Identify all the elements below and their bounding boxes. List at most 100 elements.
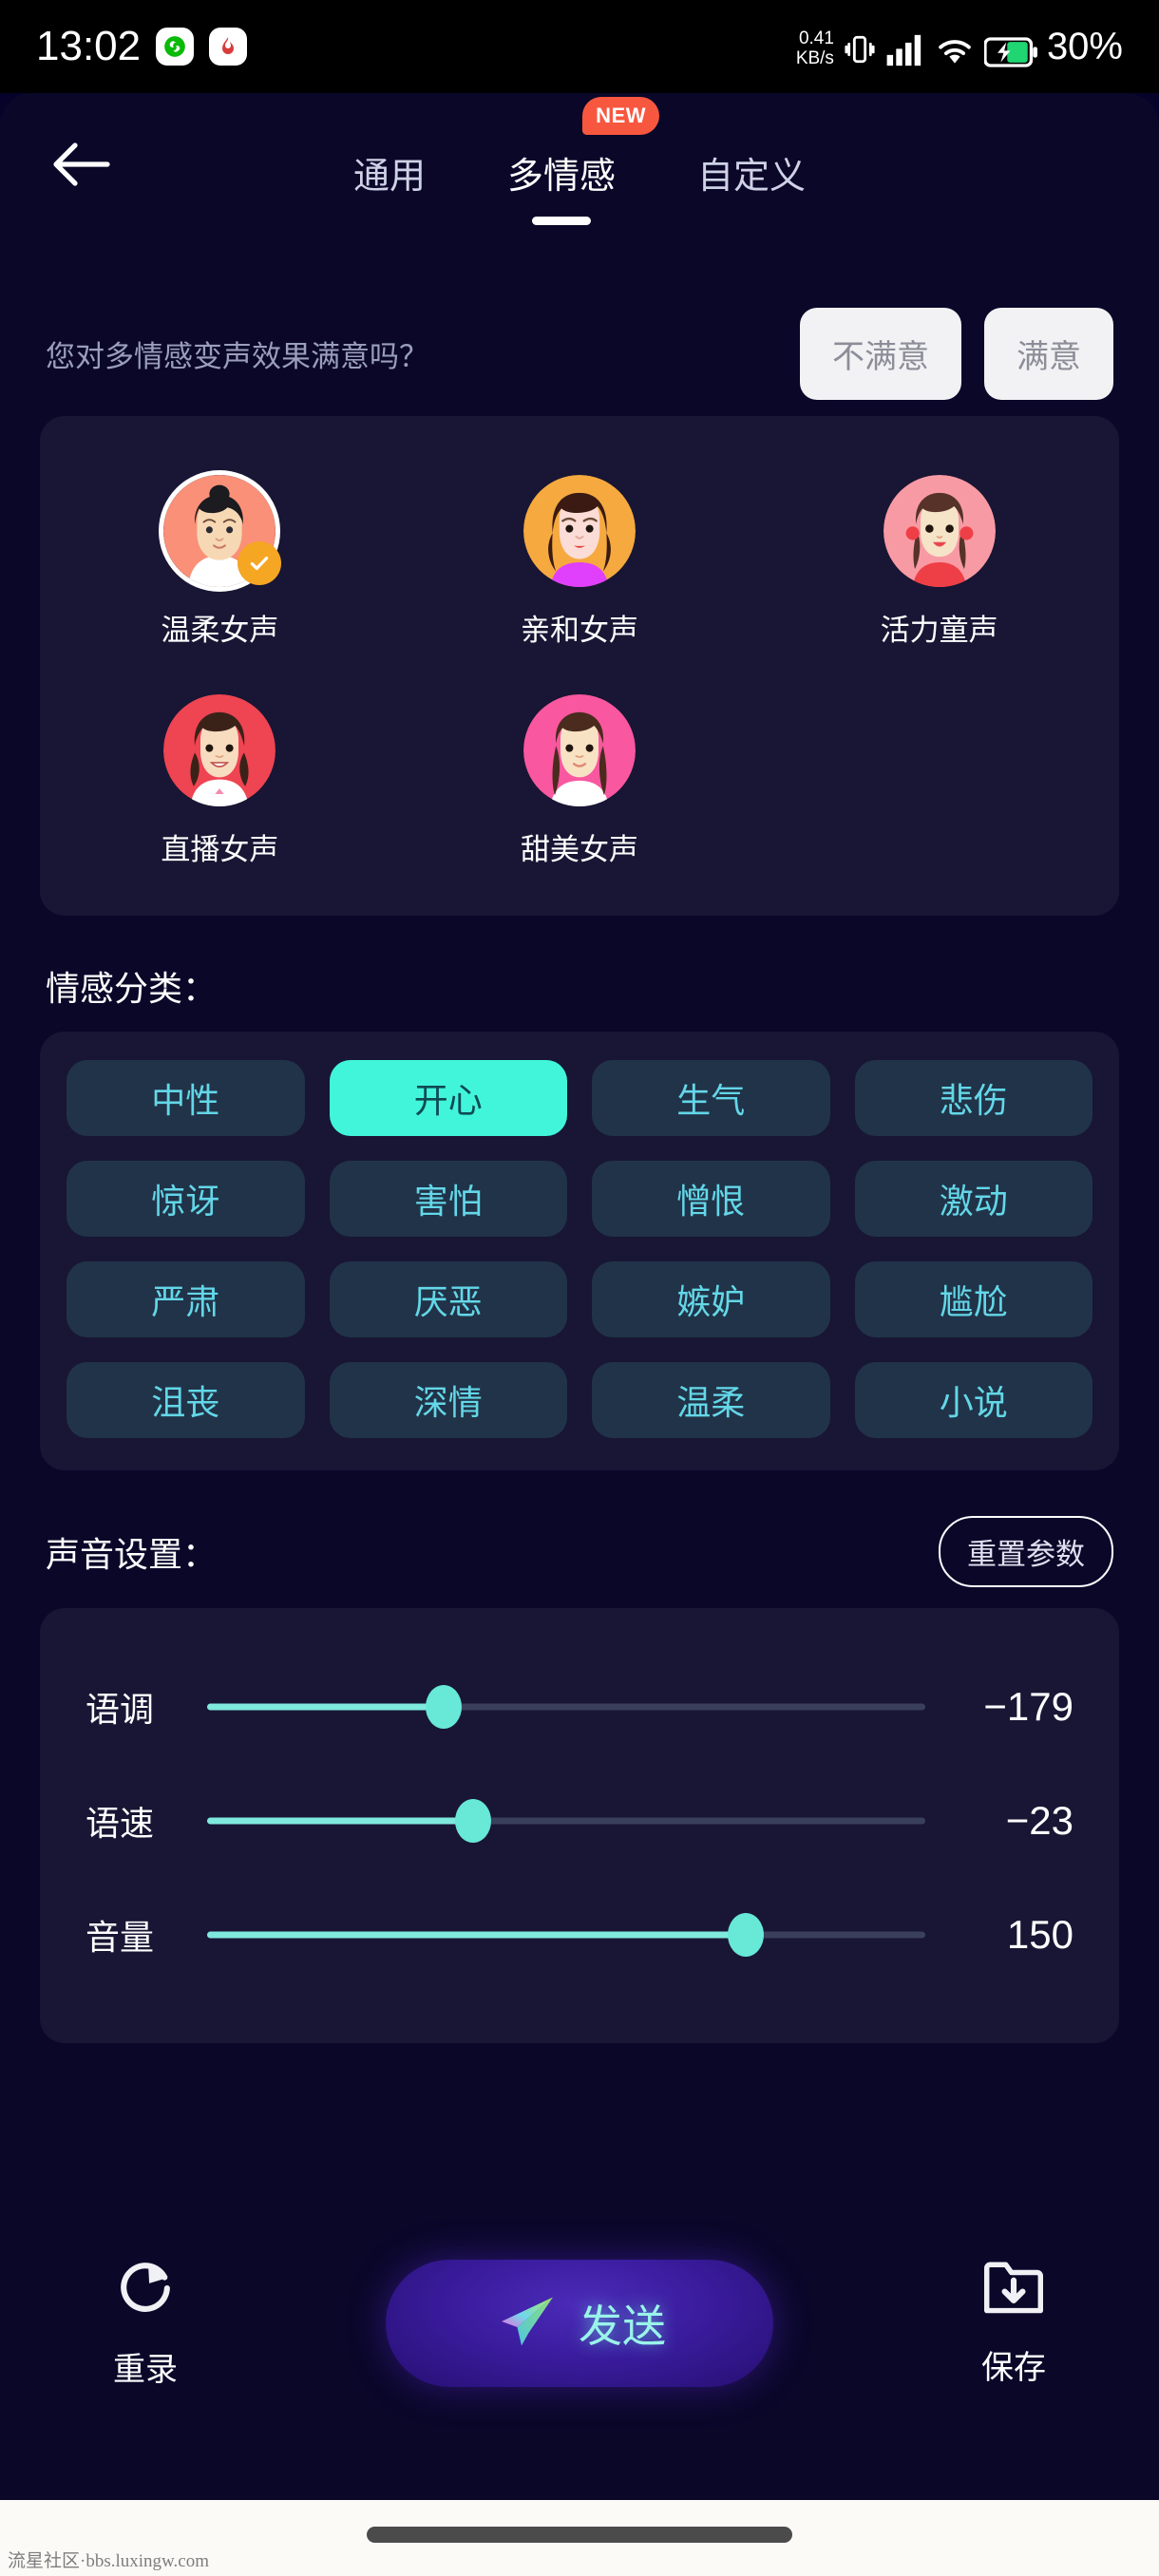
sound-section-title: 声音设置：: [46, 1534, 218, 1574]
slider-value-pitch: −179: [983, 1684, 1074, 1729]
slider-fill: [207, 1931, 746, 1939]
reset-params-button[interactable]: 重置参数: [939, 1516, 1113, 1587]
avatar-wrap: [522, 475, 636, 587]
avatar-wrap: [522, 694, 636, 806]
voice-option-label: 亲和女声: [520, 614, 638, 647]
emotion-chip-jealous[interactable]: 嫉妒: [592, 1261, 830, 1337]
voice-option-friendly-female[interactable]: 亲和女声: [400, 454, 760, 649]
slider-track-volume[interactable]: [207, 1906, 925, 1963]
check-icon: [238, 541, 282, 585]
emotion-chip-sad[interactable]: 悲伤: [854, 1060, 1092, 1136]
slider-row-pitch: 语调 −179: [40, 1650, 1119, 1764]
watermark-text: 流星社区·bbs.luxingw.com: [8, 2551, 209, 2571]
emotion-chip-excited[interactable]: 激动: [854, 1161, 1092, 1237]
slider-row-volume: 音量 150: [40, 1878, 1119, 1992]
avatar-wrap: [883, 475, 996, 587]
emotion-chip-panel: 中性 开心 生气 悲伤 惊讶 害怕 憎恨 激动 严肃 厌恶 嫉妒 尴尬 沮丧 深…: [40, 1032, 1119, 1470]
chip-row: 惊讶 害怕 憎恨 激动: [66, 1161, 1092, 1237]
satisfied-button[interactable]: 满意: [984, 307, 1113, 400]
status-right-group: 0.41 KB/s 30%: [796, 26, 1123, 68]
tab-custom-label: 自定义: [697, 156, 807, 197]
tab-multi-emotion[interactable]: 多情感 NEW: [506, 96, 660, 225]
emotion-section-header: 情感分类：: [0, 961, 1159, 1011]
satisfaction-question: 您对多情感变声效果满意吗？: [46, 339, 428, 373]
avatar-wrap: [163, 694, 276, 806]
tab-active-underline: [531, 216, 591, 225]
voice-option-gentle-female[interactable]: 温柔女声: [40, 454, 400, 649]
emotion-chip-angry[interactable]: 生气: [592, 1060, 830, 1136]
net-speed-value: 0.41: [798, 28, 834, 48]
battery-percent: 30%: [1046, 25, 1123, 67]
tab-general[interactable]: 通用: [353, 131, 426, 199]
emotion-chip-embarrassed[interactable]: 尴尬: [854, 1261, 1092, 1337]
emotion-chip-novel[interactable]: 小说: [854, 1362, 1092, 1438]
voice-option-label: 活力童声: [880, 614, 998, 647]
home-indicator[interactable]: [367, 2527, 792, 2543]
sound-section-header: 声音设置： 重置参数: [0, 1516, 1159, 1587]
rerecord-button[interactable]: 重录: [0, 2257, 291, 2390]
phone-screen: 13:02 0.41 KB/s 30% 通用 多情感 NEW 自定义 您对多情感…: [0, 0, 1159, 2576]
battery-charging-icon: [983, 36, 1037, 68]
emotion-chip-neutral[interactable]: 中性: [66, 1060, 305, 1136]
save-button[interactable]: 保存: [868, 2259, 1159, 2388]
emotion-chip-gentle[interactable]: 温柔: [592, 1362, 830, 1438]
slider-track-pitch[interactable]: [207, 1678, 925, 1735]
send-label: 发送: [579, 2301, 666, 2351]
dissatisfied-button[interactable]: 不满意: [800, 307, 961, 400]
voice-option-label: 甜美女声: [520, 833, 638, 866]
wifi-icon: [935, 34, 975, 68]
voice-option-label: 直播女声: [161, 833, 279, 866]
avatar: [522, 694, 636, 806]
avatar: [522, 475, 636, 587]
send-button[interactable]: 发送: [386, 2260, 773, 2387]
net-speed-unit: KB/s: [795, 47, 834, 68]
slider-label-pitch: 语调: [86, 1690, 155, 1729]
save-label: 保存: [981, 2350, 1046, 2386]
slider-thumb-volume[interactable]: [728, 1913, 764, 1957]
net-speed: 0.41 KB/s: [796, 28, 834, 68]
sound-settings-panel: 语调 −179 语速 −23 音量 150: [40, 1608, 1119, 2043]
slider-fill: [207, 1817, 473, 1825]
emotion-chip-serious[interactable]: 严肃: [66, 1261, 305, 1337]
voice-option-sweet-female[interactable]: 甜美女声: [400, 673, 760, 868]
chip-row: 严肃 厌恶 嫉妒 尴尬: [66, 1261, 1092, 1337]
app-icon: [209, 28, 248, 66]
vibrate-icon: [844, 30, 876, 68]
slider-label-speed: 语速: [86, 1804, 155, 1843]
chip-row: 中性 开心 生气 悲伤: [66, 1060, 1092, 1136]
rerecord-label: 重录: [113, 2352, 178, 2388]
avatar: [883, 475, 996, 587]
folder-download-icon: [982, 2259, 1045, 2322]
bottom-action-bar: 重录 发送 保存: [0, 2219, 1159, 2428]
signal-icon: [885, 32, 925, 68]
slider-fill: [207, 1703, 445, 1711]
voice-option-lively-child[interactable]: 活力童声: [759, 454, 1119, 649]
avatar: [163, 694, 276, 806]
emotion-chip-happy[interactable]: 开心: [329, 1060, 567, 1136]
emotion-chip-disgust[interactable]: 厌恶: [329, 1261, 567, 1337]
refresh-icon: [114, 2257, 177, 2324]
tab-custom[interactable]: 自定义: [697, 131, 806, 199]
emotion-section-title: 情感分类：: [46, 969, 218, 1008]
slider-thumb-pitch[interactable]: [426, 1685, 463, 1729]
chip-row: 沮丧 深情 温柔 小说: [66, 1362, 1092, 1438]
emotion-chip-afraid[interactable]: 害怕: [329, 1161, 567, 1237]
tab-multi-emotion-label: 多情感: [506, 156, 617, 197]
emotion-chip-dejected[interactable]: 沮丧: [66, 1362, 305, 1438]
voice-option-livestream-female[interactable]: 直播女声: [40, 673, 400, 868]
satisfaction-survey: 您对多情感变声效果满意吗？ 不满意 满意: [0, 300, 1159, 407]
emotion-chip-hate[interactable]: 憎恨: [592, 1161, 830, 1237]
slider-value-speed: −23: [1005, 1798, 1074, 1843]
emotion-chip-surprised[interactable]: 惊讶: [66, 1161, 305, 1237]
top-nav-bar: 通用 多情感 NEW 自定义: [0, 93, 1159, 236]
slider-value-volume: 150: [1006, 1912, 1074, 1957]
slider-thumb-speed[interactable]: [454, 1799, 491, 1843]
satisfaction-buttons: 不满意 满意: [800, 307, 1113, 400]
tab-strip: 通用 多情感 NEW 自定义: [353, 93, 806, 236]
new-badge: NEW: [582, 96, 660, 135]
emotion-chip-affectionate[interactable]: 深情: [329, 1362, 567, 1438]
tab-general-label: 通用: [352, 156, 426, 197]
slider-track-speed[interactable]: [207, 1792, 925, 1849]
back-arrow-icon[interactable]: [48, 131, 114, 198]
slider-row-speed: 语速 −23: [40, 1764, 1119, 1878]
